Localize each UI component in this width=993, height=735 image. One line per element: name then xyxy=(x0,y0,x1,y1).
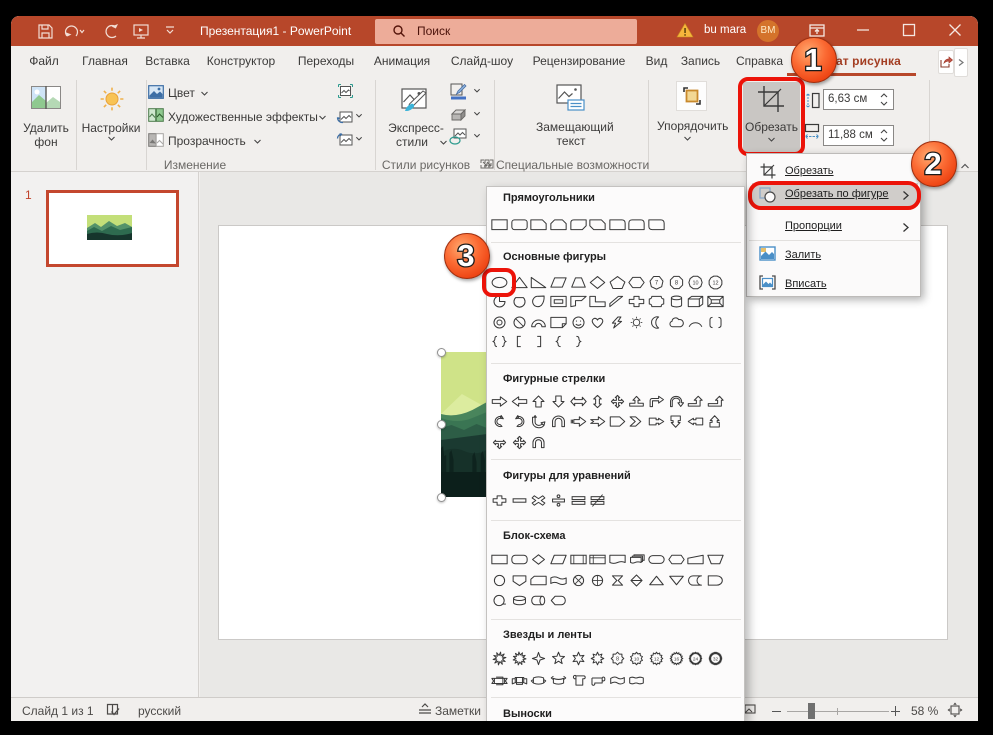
svg-text:3: 3 xyxy=(457,238,474,273)
svg-text:2: 2 xyxy=(924,146,941,181)
svg-text:1: 1 xyxy=(804,42,821,77)
